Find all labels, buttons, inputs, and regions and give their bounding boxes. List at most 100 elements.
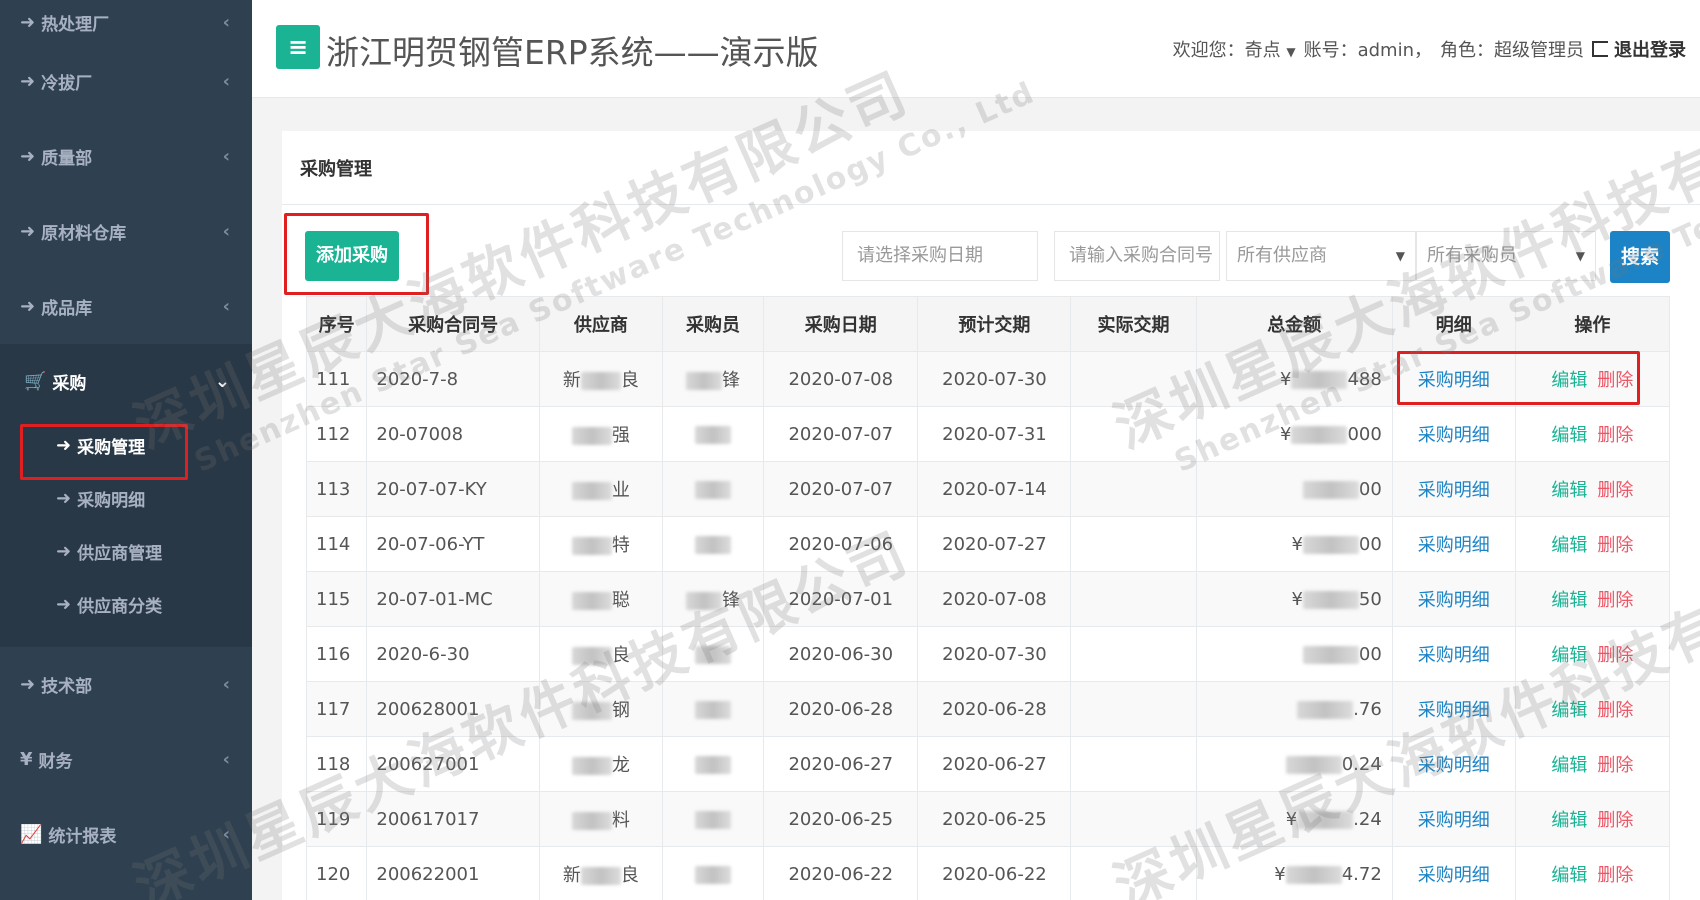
sidebar-item-label: 采购: [52, 374, 87, 394]
edit-link[interactable]: 编辑: [1551, 700, 1587, 721]
cell-eta: 2020-06-27: [917, 736, 1072, 792]
table-row: 116 2020-6-30 良 2020-06-30 2020-07-30 00 采购明细 编…: [305, 626, 1671, 682]
cell-date: 2020-07-06: [763, 516, 919, 572]
sidebar-item-bottom-0[interactable]: ➜ 技术部 ‹: [0, 647, 252, 722]
cell-detail: 采购明细: [1391, 626, 1516, 682]
column-header: 采购日期: [763, 296, 919, 352]
arrow-right-icon: ➜: [20, 221, 36, 242]
column-header: 操作: [1514, 296, 1671, 352]
edit-link[interactable]: 编辑: [1551, 480, 1587, 501]
menu-toggle-button[interactable]: ≡: [276, 25, 320, 69]
sidebar-item-label: 原材料仓库: [41, 224, 127, 244]
cell-contract: 20-07-07-KY: [366, 461, 540, 517]
redacted-block: [695, 865, 731, 884]
purchase-detail-link[interactable]: 采购明细: [1418, 480, 1490, 501]
cell-id: 116: [305, 626, 368, 682]
cell-actions: 编辑 删除: [1514, 846, 1671, 900]
search-bar: 请选择采购日期 请输入采购合同号 所有供应商 ▼ 所有采购员 ▼ 搜索: [282, 231, 1700, 283]
header: ≡ 浙江明贺钢管ERP系统——演示版 欢迎您：奇点 ▼ 账号：admin， 角色…: [252, 0, 1700, 98]
edit-link[interactable]: 编辑: [1551, 810, 1587, 831]
sidebar-item-2[interactable]: ➜ 质量部 ‹: [0, 119, 252, 194]
supplier-suffix: 良: [611, 645, 630, 666]
sidebar-item-bottom-1[interactable]: ¥ 财务 ‹: [0, 722, 252, 797]
logout-button[interactable]: 退出登录: [1592, 36, 1686, 62]
delete-link[interactable]: 删除: [1597, 755, 1633, 776]
redacted-block: [695, 480, 731, 499]
purchase-detail-link[interactable]: 采购明细: [1418, 590, 1490, 611]
supplier-suffix: 强: [611, 425, 630, 446]
sidebar-subitem-2[interactable]: ➜ 供应商管理: [4, 525, 252, 578]
redacted-block: [571, 702, 612, 720]
amount-currency: ¥: [1291, 588, 1303, 610]
sidebar-item-label: 冷拔厂: [41, 74, 93, 94]
cell-detail: 采购明细: [1391, 516, 1516, 572]
sidebar-item-1[interactable]: ➜ 冷拔厂 ‹: [0, 44, 252, 119]
contract-number-input[interactable]: 请输入采购合同号: [1054, 231, 1220, 281]
sidebar-item-bottom-2[interactable]: 📈 统计报表 ‹: [0, 797, 252, 872]
edit-link[interactable]: 编辑: [1551, 535, 1587, 556]
edit-link[interactable]: 编辑: [1551, 865, 1587, 886]
cell-amount: 00: [1195, 626, 1393, 682]
cell-buyer: [661, 626, 765, 682]
sidebar-item-4[interactable]: ➜ 成品库 ‹: [0, 269, 252, 344]
sidebar-item-0[interactable]: ➜ 热处理厂 ‹: [0, 0, 252, 44]
cell-actual: [1070, 351, 1197, 407]
sidebar-item-label: 统计报表: [48, 827, 117, 847]
cell-id: 115: [305, 571, 368, 627]
cell-eta: 2020-06-22: [917, 846, 1072, 900]
edit-link[interactable]: 编辑: [1551, 755, 1587, 776]
buyer-select[interactable]: 所有采购员 ▼: [1416, 231, 1596, 281]
sidebar-item-purchase[interactable]: 🛒 采购 ⌄: [4, 344, 252, 419]
sidebar-subitem-label: 供应商管理: [77, 544, 163, 564]
redacted-block: [571, 647, 612, 665]
cell-id: 119: [305, 791, 368, 847]
sidebar-item-3[interactable]: ➜ 原材料仓库 ‹: [0, 194, 252, 269]
cell-contract: 20-07-01-MC: [366, 571, 540, 627]
edit-link[interactable]: 编辑: [1551, 590, 1587, 611]
redacted-block: [571, 427, 612, 445]
buyer-select-value: 所有采购员: [1427, 245, 1517, 266]
delete-link[interactable]: 删除: [1597, 700, 1633, 721]
chevron-left-icon: ‹: [222, 11, 230, 33]
cell-contract: 20-07008: [366, 406, 540, 462]
redacted-block: [1302, 645, 1359, 664]
supplier-suffix: 业: [611, 480, 630, 501]
cell-buyer: [661, 681, 765, 737]
delete-link[interactable]: 删除: [1597, 535, 1633, 556]
cell-amount: ¥ .24: [1195, 791, 1393, 847]
delete-link[interactable]: 删除: [1597, 645, 1633, 666]
cell-id: 112: [305, 406, 368, 462]
cell-buyer: [661, 406, 765, 462]
delete-link[interactable]: 删除: [1597, 480, 1633, 501]
delete-link[interactable]: 删除: [1597, 865, 1633, 886]
purchase-detail-link[interactable]: 采购明细: [1418, 865, 1490, 886]
edit-link[interactable]: 编辑: [1551, 425, 1587, 446]
redacted-block: [1291, 425, 1348, 444]
delete-link[interactable]: 删除: [1597, 810, 1633, 831]
supplier-select[interactable]: 所有供应商 ▼: [1226, 231, 1416, 281]
supplier-suffix: 聪: [611, 590, 630, 611]
purchase-detail-link[interactable]: 采购明细: [1418, 535, 1490, 556]
purchase-detail-link[interactable]: 采购明细: [1418, 645, 1490, 666]
cell-amount: ¥4.72: [1195, 846, 1393, 900]
amount-suffix: 50: [1358, 588, 1382, 610]
cell-actual: [1070, 461, 1197, 517]
purchase-detail-link[interactable]: 采购明细: [1418, 810, 1490, 831]
cell-date: 2020-06-27: [763, 736, 919, 792]
welcome-user[interactable]: 欢迎您：奇点 ▼: [1173, 36, 1296, 62]
purchase-detail-link[interactable]: 采购明细: [1418, 755, 1490, 776]
purchase-detail-link[interactable]: 采购明细: [1418, 425, 1490, 446]
search-button[interactable]: 搜索: [1610, 231, 1670, 283]
supplier-suffix: 良: [620, 370, 639, 391]
nav-group-purchase: 🛒 采购 ⌄ ➜ 采购管理 ➜ 采购明细 ➜ 供应商管理 ➜ 供应商分类: [0, 344, 252, 647]
column-header: 实际交期: [1070, 296, 1197, 352]
purchase-detail-link[interactable]: 采购明细: [1418, 700, 1490, 721]
sidebar-subitem-3[interactable]: ➜ 供应商分类: [4, 578, 252, 631]
edit-link[interactable]: 编辑: [1551, 645, 1587, 666]
delete-link[interactable]: 删除: [1597, 590, 1633, 611]
purchase-date-input[interactable]: 请选择采购日期: [842, 231, 1038, 281]
delete-link[interactable]: 删除: [1597, 425, 1633, 446]
cell-date: 2020-07-01: [763, 571, 919, 627]
cell-id: 120: [305, 846, 368, 900]
cell-buyer: [661, 736, 765, 792]
